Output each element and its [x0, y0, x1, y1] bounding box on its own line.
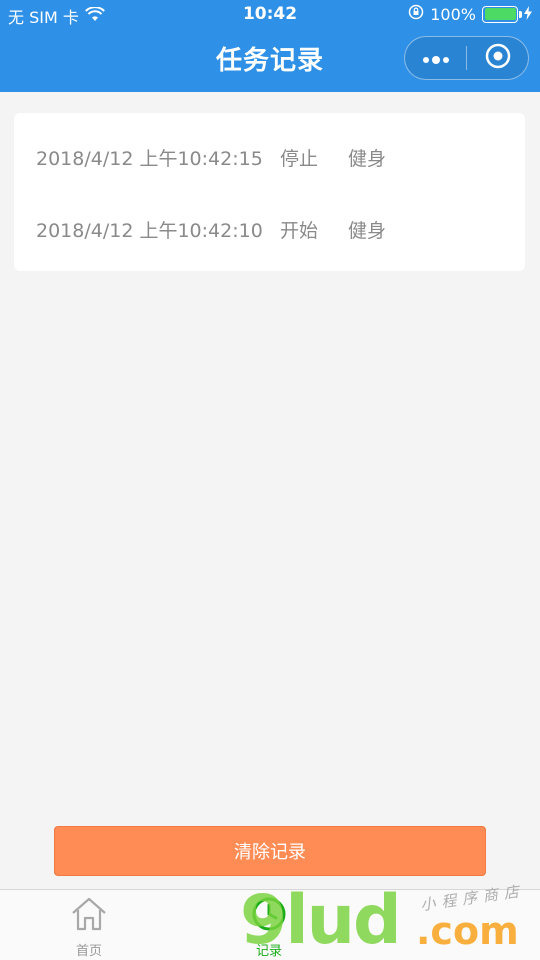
clear-records-button[interactable]: 清除记录: [54, 826, 486, 876]
record-time: 2018/4/12 上午10:42:15: [36, 147, 263, 170]
miniprogram-close-icon: [485, 43, 511, 73]
tab-home-label: 首页: [75, 944, 102, 959]
battery-percent: 100%: [430, 4, 476, 24]
record-action: 开始: [280, 219, 319, 242]
record-action: 停止: [280, 147, 319, 170]
record-list: 2018/4/12 上午10:42:15 停止 健身 2018/4/12 上午1…: [14, 113, 525, 271]
miniprogram-capsule: [404, 36, 529, 80]
more-button[interactable]: [405, 37, 466, 79]
record-item: 2018/4/12 上午10:42:15 停止 健身: [36, 142, 408, 172]
tab-home[interactable]: 首页: [34, 896, 144, 959]
record-task: 健身: [348, 147, 387, 170]
clock-icon: [251, 896, 287, 936]
status-bar: 无 SIM 卡 10:42 100%: [0, 0, 540, 32]
more-dots-icon: [422, 49, 450, 68]
header: 无 SIM 卡 10:42 100% 任务记录: [0, 0, 540, 92]
status-right: 100%: [408, 4, 532, 24]
tab-records[interactable]: 记录: [214, 896, 324, 959]
battery-fill: [484, 8, 516, 20]
record-time: 2018/4/12 上午10:42:10: [36, 219, 263, 242]
home-icon: [70, 896, 108, 936]
charging-icon: [524, 5, 532, 24]
orientation-lock-icon: [408, 4, 424, 24]
record-item: 2018/4/12 上午10:42:10 开始 健身: [36, 214, 408, 244]
battery-icon: [482, 5, 522, 23]
record-task: 健身: [348, 219, 387, 242]
close-button[interactable]: [467, 37, 528, 79]
tab-records-label: 记录: [255, 944, 282, 959]
tab-bar: 首页 记录: [0, 889, 540, 960]
